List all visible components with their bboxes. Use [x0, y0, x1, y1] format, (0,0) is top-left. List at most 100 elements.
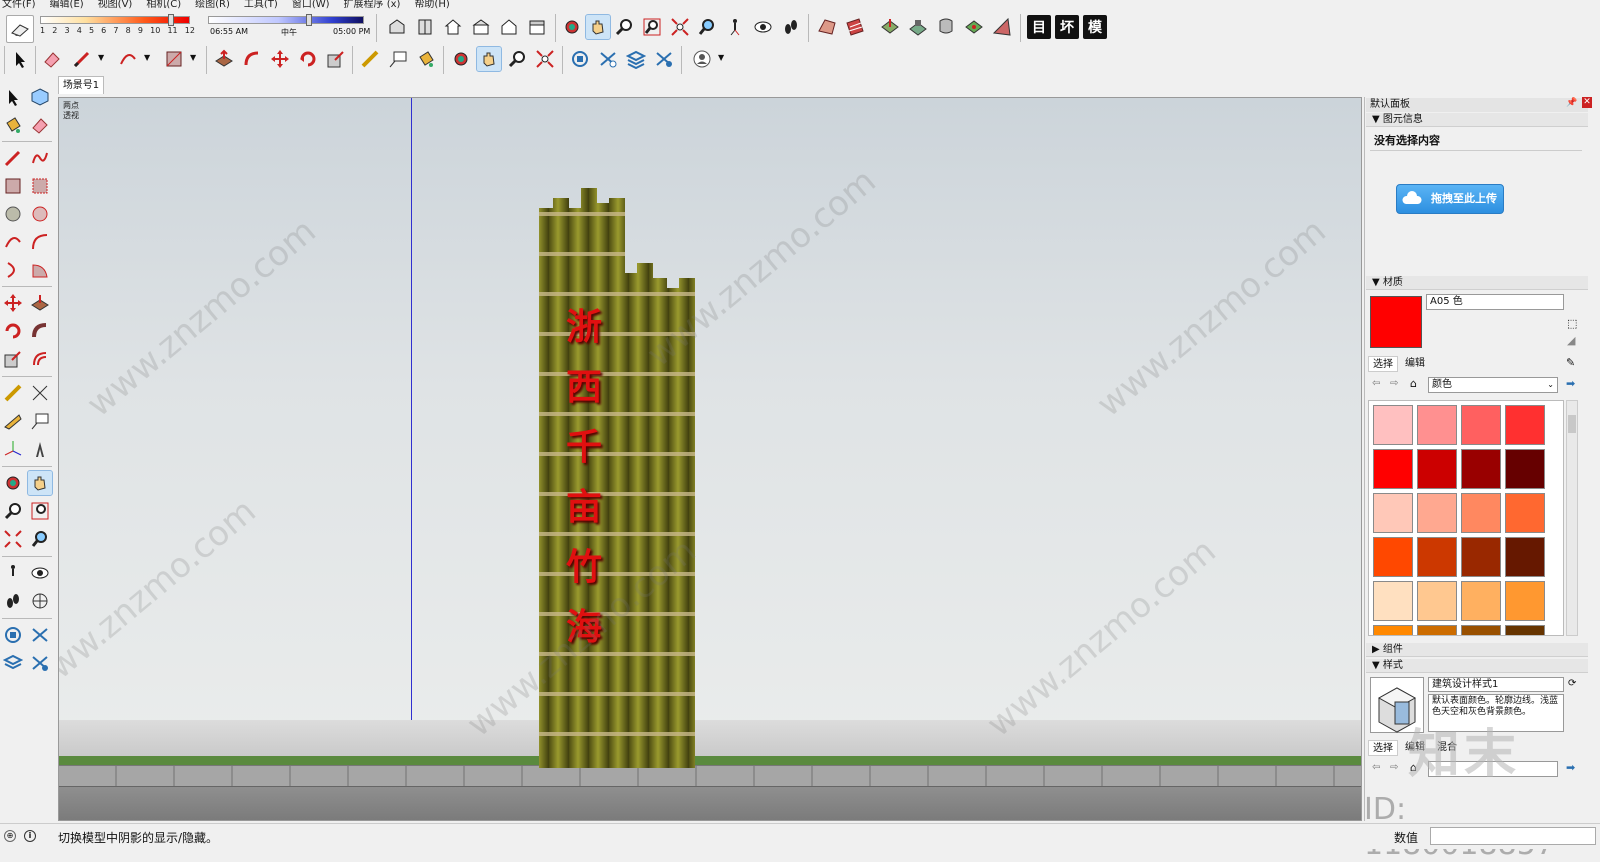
warehouse-button[interactable]	[568, 47, 592, 71]
left-zoom-extents-button[interactable]	[1, 527, 25, 551]
home-icon[interactable]: ⌂	[1410, 377, 1417, 390]
left-rotate-button[interactable]	[1, 319, 25, 343]
styles-back-icon[interactable]: ⇦	[1372, 762, 1380, 773]
material-create-icon[interactable]: ⬚	[1567, 317, 1577, 330]
left-protractor-button[interactable]	[1, 409, 25, 433]
material-swatch[interactable]	[1417, 493, 1457, 533]
left-offset-button[interactable]	[28, 347, 52, 371]
eraser-button[interactable]	[40, 47, 64, 71]
top-view-button[interactable]	[413, 15, 437, 39]
menu-draw[interactable]: 绘图(R)	[195, 0, 230, 11]
zoom-button-2[interactable]	[505, 47, 529, 71]
tape-measure-button[interactable]	[358, 47, 382, 71]
left-text-button[interactable]	[28, 409, 52, 433]
left-rectangle-button[interactable]	[1, 174, 25, 198]
menu-window[interactable]: 窗口(W)	[292, 0, 330, 11]
front-view-button[interactable]	[441, 15, 465, 39]
left-polygon-button[interactable]	[28, 202, 52, 226]
zoom-extents-button[interactable]	[668, 15, 692, 39]
material-swatch[interactable]	[1505, 581, 1545, 621]
back-arrow-icon[interactable]: ⇦	[1372, 378, 1380, 389]
material-swatch[interactable]	[1505, 405, 1545, 445]
material-swatch[interactable]	[1461, 625, 1501, 635]
left-follow-me-button[interactable]	[28, 319, 52, 343]
left-warehouse-button[interactable]	[1, 623, 25, 647]
plugin-button-3[interactable]: 模	[1083, 15, 1107, 39]
sandbox-scratch-button[interactable]	[843, 15, 867, 39]
left-extension-manager-button[interactable]	[28, 651, 52, 675]
left-walk-button[interactable]	[1, 589, 25, 613]
styles-forward-icon[interactable]: ⇨	[1390, 762, 1398, 773]
forward-arrow-icon[interactable]: ⇨	[1390, 378, 1398, 389]
flip-edge-button[interactable]	[990, 15, 1014, 39]
smoove-button[interactable]	[878, 15, 902, 39]
materials-tab-edit[interactable]: 编辑	[1400, 356, 1430, 372]
left-arc-button[interactable]	[1, 230, 25, 254]
left-freehand-button[interactable]	[28, 146, 52, 170]
left-circle-button[interactable]	[1, 202, 25, 226]
material-swatch[interactable]	[1417, 581, 1457, 621]
scene-tab[interactable]: 场景号1	[58, 76, 104, 94]
model-viewport[interactable]: 两点 透视 浙 西 千 亩 竹 海 www.znzmo.com www.znzm…	[58, 97, 1362, 821]
left-share-button[interactable]	[28, 623, 52, 647]
left-look-around-button[interactable]	[28, 561, 52, 585]
select-button[interactable]	[8, 47, 32, 71]
material-swatch[interactable]	[1373, 405, 1413, 445]
styles-details-icon[interactable]: ➡	[1566, 761, 1575, 774]
left-paint-button[interactable]	[1, 113, 25, 137]
material-swatch[interactable]	[1461, 449, 1501, 489]
extension-manager-button[interactable]	[652, 47, 676, 71]
left-orbit-button[interactable]	[1, 471, 25, 495]
left-extension-button[interactable]	[1, 651, 25, 675]
styles-header[interactable]: ▼ 样式	[1366, 659, 1588, 673]
left-position-camera-button[interactable]	[1, 561, 25, 585]
left-eraser-button[interactable]	[28, 113, 52, 137]
left-3pt-arc-button[interactable]	[1, 258, 25, 282]
zoom-window-button[interactable]	[640, 15, 664, 39]
push-pull-button[interactable]	[212, 47, 236, 71]
material-library-select[interactable]: 颜色 ⌄	[1428, 377, 1558, 393]
material-swatch[interactable]	[1505, 537, 1545, 577]
material-name-field[interactable]: A05 色	[1426, 294, 1564, 310]
material-swatch[interactable]	[1461, 537, 1501, 577]
follow-me-button[interactable]	[240, 47, 264, 71]
share-component-button[interactable]	[596, 47, 620, 71]
rectangle-button[interactable]	[162, 47, 186, 71]
menu-help[interactable]: 帮助(H)	[414, 0, 449, 11]
left-zoom-window-button[interactable]	[28, 499, 52, 523]
menu-file[interactable]: 文件(F)	[2, 0, 36, 11]
rotate-button[interactable]	[296, 47, 320, 71]
left-push-pull-button[interactable]	[28, 291, 52, 315]
menu-extensions[interactable]: 扩展程序 (x)	[344, 0, 401, 11]
look-around-button[interactable]	[751, 15, 775, 39]
menu-view[interactable]: 视图(V)	[98, 0, 133, 11]
zoom-button[interactable]	[612, 15, 636, 39]
material-swatch[interactable]	[1417, 405, 1457, 445]
material-swatch[interactable]	[1417, 537, 1457, 577]
material-swatch[interactable]	[1461, 493, 1501, 533]
material-swatch[interactable]	[1417, 625, 1457, 635]
left-scale-button[interactable]	[1, 347, 25, 371]
line-button[interactable]	[70, 47, 94, 71]
eyedropper-icon[interactable]: ✎	[1566, 356, 1575, 369]
info-icon[interactable]: i	[24, 830, 36, 842]
left-pan-button[interactable]	[27, 470, 53, 496]
materials-header[interactable]: ▼ 材质	[1366, 276, 1588, 290]
material-swatch[interactable]	[1505, 449, 1545, 489]
walk-button[interactable]	[779, 15, 803, 39]
left-pie-button[interactable]	[28, 258, 52, 282]
material-swatch[interactable]	[1461, 405, 1501, 445]
material-swatch[interactable]	[1505, 493, 1545, 533]
back-view-button[interactable]	[497, 15, 521, 39]
tray-pin-icon[interactable]: 📌	[1566, 98, 1577, 108]
current-material-swatch[interactable]	[1370, 296, 1422, 348]
left-section-plane-button[interactable]	[28, 589, 52, 613]
paint-bucket-button[interactable]	[414, 47, 438, 71]
left-move-button[interactable]	[1, 291, 25, 315]
scale-button[interactable]	[324, 47, 348, 71]
left-dimension-button[interactable]	[28, 381, 52, 405]
left-2pt-arc-button[interactable]	[28, 230, 52, 254]
shadow-time-handle[interactable]	[306, 14, 312, 26]
left-component-button[interactable]	[28, 85, 52, 109]
menu-tools[interactable]: 工具(T)	[244, 0, 278, 11]
